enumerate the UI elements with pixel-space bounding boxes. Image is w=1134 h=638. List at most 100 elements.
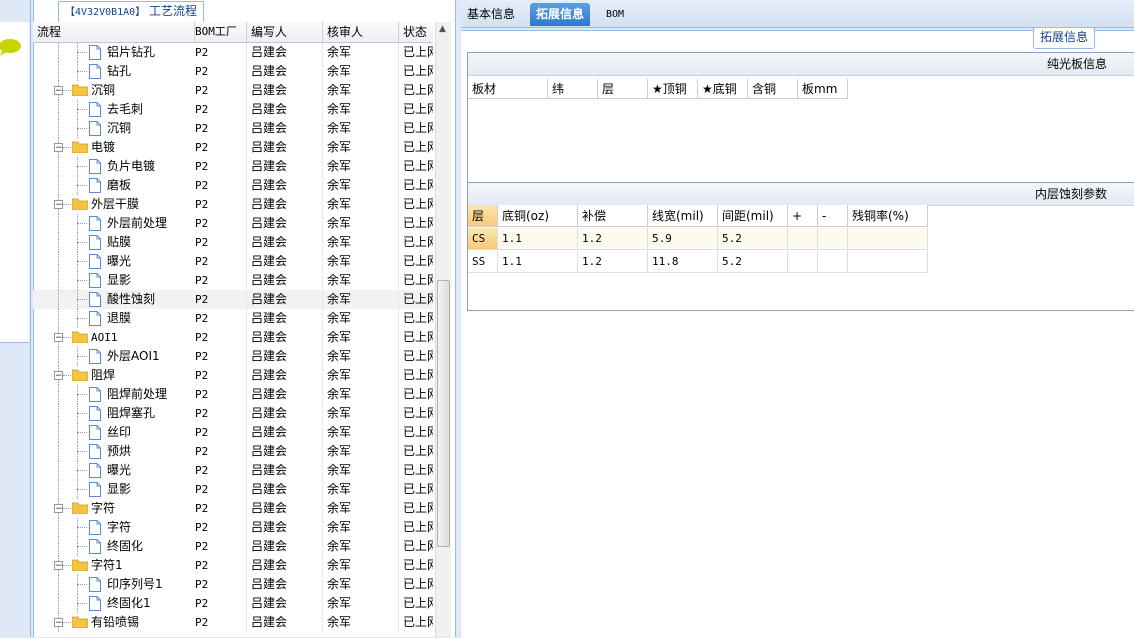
- bare-board-col-header[interactable]: 板mm: [798, 79, 848, 99]
- col-header-process[interactable]: 流程: [33, 22, 195, 42]
- col-header-bom-factory[interactable]: BOM工厂: [191, 22, 247, 42]
- inner-etch-cell[interactable]: 1.2: [578, 228, 648, 250]
- chat-bubble-icon[interactable]: [0, 38, 22, 56]
- inner-etch-cell[interactable]: SS: [468, 251, 498, 273]
- bare-board-col-header[interactable]: 纬: [548, 79, 598, 99]
- inner-etch-col-header[interactable]: 层: [468, 205, 498, 227]
- document-icon: [89, 292, 101, 307]
- collapse-toggle-icon[interactable]: −: [54, 504, 63, 514]
- folder-icon: [72, 331, 88, 343]
- tree-row[interactable]: 钻孔 P2吕建会余军已上网: [33, 62, 433, 81]
- tree-row[interactable]: 显影 P2吕建会余军已上网: [33, 480, 433, 499]
- collapse-toggle-icon[interactable]: −: [54, 333, 63, 343]
- reviewer-cell: 余军: [323, 404, 399, 423]
- inner-etch-col-header[interactable]: 底铜(oz): [498, 205, 578, 227]
- tree-row[interactable]: 预烘 P2吕建会余军已上网: [33, 442, 433, 461]
- tree-row[interactable]: 曝光 P2吕建会余军已上网: [33, 252, 433, 271]
- tree-row[interactable]: 丝印 P2吕建会余军已上网: [33, 423, 433, 442]
- inner-etch-cell[interactable]: 1.2: [578, 251, 648, 273]
- tree-row[interactable]: − 有铅喷锡 P2吕建会余军已上网: [33, 613, 433, 632]
- tree-row[interactable]: 去毛刺 P2吕建会余军已上网: [33, 100, 433, 119]
- folder-icon: [72, 198, 88, 210]
- tree-row[interactable]: 字符 P2吕建会余军已上网: [33, 518, 433, 537]
- collapse-toggle-icon[interactable]: −: [54, 561, 63, 571]
- inner-etch-cell[interactable]: [818, 251, 848, 273]
- tree-node-label: 终固化1: [107, 596, 151, 610]
- collapse-toggle-icon[interactable]: −: [54, 618, 63, 628]
- inner-etch-col-header[interactable]: +: [788, 205, 818, 227]
- process-name-cell: 外层前处理: [33, 214, 191, 233]
- inner-etch-cell[interactable]: CS: [468, 228, 498, 250]
- inner-etch-col-header[interactable]: 间距(mil): [718, 205, 788, 227]
- bare-board-col-header[interactable]: 含铜: [748, 79, 798, 99]
- inner-etch-cell[interactable]: [848, 251, 928, 273]
- collapse-toggle-icon[interactable]: −: [54, 86, 63, 96]
- scroll-up-arrow-icon[interactable]: ▲: [437, 24, 448, 38]
- tree-row[interactable]: 印序列号1 P2吕建会余军已上网: [33, 575, 433, 594]
- folder-icon: [72, 84, 88, 96]
- bare-board-col-header[interactable]: 板材: [468, 79, 548, 99]
- inner-etch-col-header[interactable]: -: [818, 205, 848, 227]
- inner-etch-cell[interactable]: [788, 251, 818, 273]
- tree-row[interactable]: 终固化 P2吕建会余军已上网: [33, 537, 433, 556]
- tree-row[interactable]: − 外层干膜 P2吕建会余军已上网: [33, 195, 433, 214]
- tree-row[interactable]: 负片电镀 P2吕建会余军已上网: [33, 157, 433, 176]
- subtab-extended-info[interactable]: 拓展信息: [1033, 27, 1096, 49]
- tab-bom[interactable]: BOM: [600, 3, 630, 26]
- process-name-cell: − 电镀: [33, 138, 191, 157]
- bare-board-col-header[interactable]: ★顶铜: [648, 79, 698, 99]
- bare-board-col-header[interactable]: 层: [598, 79, 648, 99]
- collapse-toggle-icon[interactable]: −: [54, 143, 63, 153]
- bom-factory-cell: P2: [191, 613, 247, 632]
- tree-node-label: 显影: [107, 482, 132, 496]
- tree-row[interactable]: 铝片钻孔 P2吕建会余军已上网: [33, 43, 433, 62]
- tree-row[interactable]: 外层前处理 P2吕建会余军已上网: [33, 214, 433, 233]
- tree-node-label: 退膜: [107, 311, 132, 325]
- tree-row[interactable]: 贴膜 P2吕建会余军已上网: [33, 233, 433, 252]
- reviewer-cell: 余军: [323, 328, 399, 347]
- col-header-status[interactable]: 状态: [399, 22, 437, 42]
- inner-etch-cell[interactable]: 11.8: [648, 251, 718, 273]
- col-header-writer[interactable]: 编写人: [247, 22, 323, 42]
- inner-etch-cell[interactable]: 5.2: [718, 251, 788, 273]
- inner-etch-col-header[interactable]: 补偿: [578, 205, 648, 227]
- inner-etch-cell[interactable]: 1.1: [498, 228, 578, 250]
- bare-board-col-header[interactable]: ★底铜: [698, 79, 748, 99]
- inner-etch-col-header[interactable]: 线宽(mil): [648, 205, 718, 227]
- reviewer-cell: 余军: [323, 442, 399, 461]
- tree-row[interactable]: 终固化1 P2吕建会余军已上网: [33, 594, 433, 613]
- tree-row[interactable]: − 沉铜 P2吕建会余军已上网: [33, 81, 433, 100]
- tree-row[interactable]: 酸性蚀刻 P2吕建会余军已上网: [33, 290, 433, 309]
- tree-row[interactable]: 阻焊前处理 P2吕建会余军已上网: [33, 385, 433, 404]
- tree-row[interactable]: 沉铜 P2吕建会余军已上网: [33, 119, 433, 138]
- tree-row[interactable]: − 字符 P2吕建会余军已上网: [33, 499, 433, 518]
- inner-etch-col-header[interactable]: 残铜率(%): [848, 205, 928, 227]
- col-header-reviewer[interactable]: 核审人: [323, 22, 399, 42]
- status-cell: 已上网: [403, 235, 433, 249]
- tree-row[interactable]: − 字符1 P2吕建会余军已上网: [33, 556, 433, 575]
- tree-node-label: 贴膜: [107, 235, 132, 249]
- inner-etch-cell[interactable]: 1.1: [498, 251, 578, 273]
- tree-row[interactable]: 外层AOI1 P2吕建会余军已上网: [33, 347, 433, 366]
- bom-factory-cell: P2: [191, 461, 247, 480]
- tree-row[interactable]: 磨板 P2吕建会余军已上网: [33, 176, 433, 195]
- tree-row[interactable]: − 阻焊 P2吕建会余军已上网: [33, 366, 433, 385]
- inner-etch-cell[interactable]: [788, 228, 818, 250]
- tree-row[interactable]: 退膜 P2吕建会余军已上网: [33, 309, 433, 328]
- tab-extended-info[interactable]: 拓展信息: [530, 3, 591, 26]
- bom-factory-cell: P2: [191, 385, 247, 404]
- inner-etch-cell[interactable]: [848, 228, 928, 250]
- tab-basic-info[interactable]: 基本信息: [461, 3, 521, 26]
- tree-row[interactable]: − 电镀 P2吕建会余军已上网: [33, 138, 433, 157]
- tree-row[interactable]: 显影 P2吕建会余军已上网: [33, 271, 433, 290]
- collapse-toggle-icon[interactable]: −: [54, 371, 63, 381]
- scrollbar-thumb[interactable]: [437, 280, 450, 547]
- tree-row[interactable]: − AOI1 P2吕建会余军已上网: [33, 328, 433, 347]
- reviewer-cell: 余军: [323, 575, 399, 594]
- collapse-toggle-icon[interactable]: −: [54, 200, 63, 210]
- inner-etch-cell[interactable]: 5.9: [648, 228, 718, 250]
- tree-row[interactable]: 曝光 P2吕建会余军已上网: [33, 461, 433, 480]
- inner-etch-cell[interactable]: 5.2: [718, 228, 788, 250]
- inner-etch-cell[interactable]: [818, 228, 848, 250]
- tree-row[interactable]: 阻焊塞孔 P2吕建会余军已上网: [33, 404, 433, 423]
